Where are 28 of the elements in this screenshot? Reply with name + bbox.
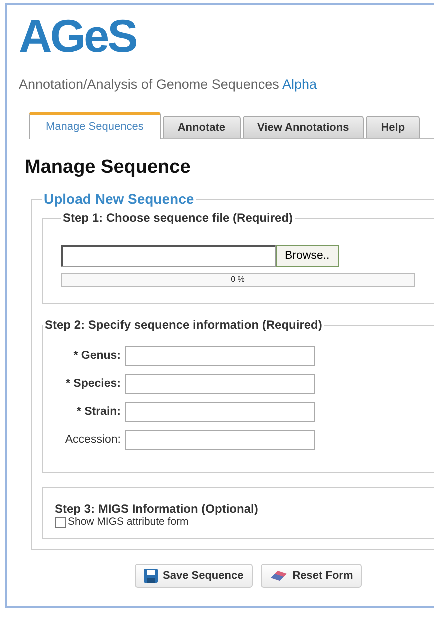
field-label: Accession: bbox=[64, 434, 121, 446]
page-heading: Manage Sequence bbox=[25, 157, 192, 179]
text-field[interactable] bbox=[125, 430, 315, 450]
progress-reading: 0 % bbox=[231, 274, 245, 286]
panel-title: Upload New Sequence bbox=[43, 191, 196, 207]
logo-text: AGeS bbox=[19, 13, 138, 59]
reset-button[interactable]: Reset Form bbox=[260, 564, 362, 588]
browse-button[interactable]: Browse.. bbox=[276, 245, 339, 267]
field-label: * Genus: bbox=[72, 350, 121, 362]
text-field[interactable] bbox=[125, 402, 315, 422]
tab[interactable]: View Annotations bbox=[242, 116, 364, 138]
tab[interactable]: Manage Sequences bbox=[29, 112, 161, 139]
checkbox-label: Show MIGS attribute form bbox=[68, 516, 189, 528]
eraser-icon bbox=[270, 570, 288, 582]
tab[interactable]: Annotate bbox=[162, 116, 241, 138]
text-field[interactable] bbox=[125, 346, 315, 366]
step-title: Step 1: Choose sequence file (Required) bbox=[62, 211, 294, 225]
step-title: Step 2: Specify sequence information (Required) bbox=[44, 318, 324, 332]
step-title: Step 3: MIGS Information (Optional) bbox=[55, 502, 260, 516]
field-label: * Strain: bbox=[76, 406, 121, 418]
tab[interactable]: Help bbox=[366, 116, 420, 138]
subtitle: Annotation/Analysis of Genome Sequences bbox=[19, 77, 280, 92]
alpha-label: Alpha bbox=[282, 77, 317, 92]
checkbox[interactable] bbox=[55, 516, 66, 528]
save-button[interactable]: Save Sequence bbox=[135, 564, 253, 588]
text-field[interactable] bbox=[125, 374, 315, 394]
file-input-field[interactable] bbox=[61, 245, 276, 267]
field-label: * Species: bbox=[65, 378, 121, 390]
